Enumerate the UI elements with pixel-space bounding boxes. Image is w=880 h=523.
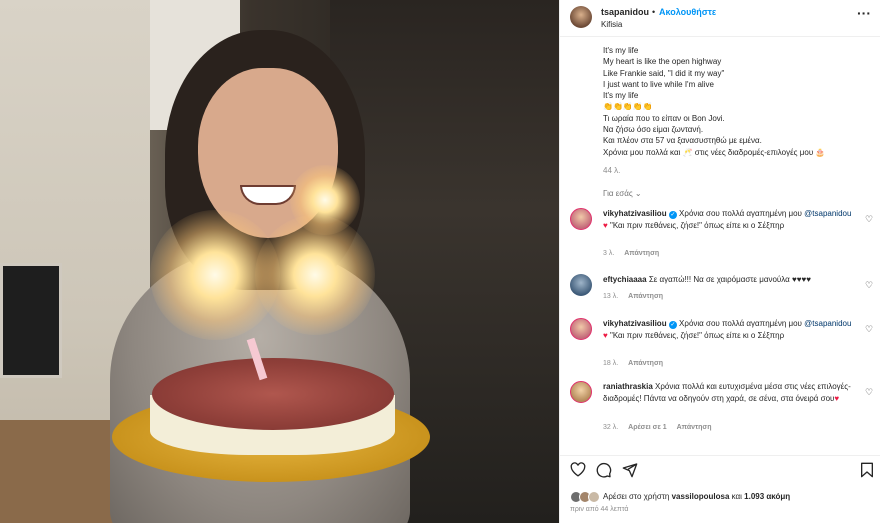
- caption-line: My heart is like the open highway: [603, 57, 722, 67]
- reply-button[interactable]: Απάντηση: [624, 250, 659, 257]
- commenter-avatar[interactable]: [570, 274, 592, 296]
- commenter-username[interactable]: raniathraskia: [603, 382, 653, 391]
- caption-line: Και πλέον στα 57 να ξανασυστηθώ με εμένα…: [603, 136, 762, 146]
- red-heart-icon: ♥: [834, 393, 840, 403]
- bookmark-icon[interactable]: [860, 462, 874, 482]
- share-icon[interactable]: [622, 462, 638, 482]
- caption-timestamp: 44 λ.: [603, 166, 621, 175]
- photo-fireplace: [0, 263, 62, 378]
- comment-timestamp: 32 λ.: [603, 424, 619, 431]
- comment-body: "Και πριν πεθάνεις, ζήσε!" όπως είπε κι …: [607, 220, 785, 230]
- comment-timestamp: 3 λ.: [603, 250, 615, 257]
- comment-likes-count[interactable]: Αρέσει σε 1: [628, 424, 667, 431]
- comment-mention[interactable]: @tsapanidou: [804, 319, 851, 328]
- post-location[interactable]: Kifisia: [601, 20, 622, 29]
- comment-icon[interactable]: [596, 462, 612, 482]
- photo-cake-top: [152, 358, 394, 430]
- comment-timestamp: 13 λ.: [603, 293, 619, 300]
- post-photo[interactable]: [0, 0, 559, 523]
- liked-by-text[interactable]: Αρέσει στο χρήστη vassilopoulosa και 1.0…: [603, 492, 790, 501]
- commenter-username[interactable]: vikyhatzivasiliou: [603, 209, 667, 218]
- comment-body: Σε αγαπώ!!! Να σε χαιρόμαστε μανούλα ♥♥♥…: [646, 275, 811, 284]
- comment-meta: 3 λ. Απάντηση: [603, 250, 667, 257]
- commenter-avatar[interactable]: [570, 318, 592, 340]
- comment-mention[interactable]: @tsapanidou: [804, 209, 851, 218]
- comment-meta: 18 λ. Απάντηση: [603, 360, 671, 367]
- caption-line: Τι ωραία που το είπαν οι Bon Jovi.: [603, 113, 725, 123]
- separator-dot: •: [652, 7, 656, 17]
- caption-line: It's my life: [603, 46, 639, 55]
- post-header: tsapanidou • Ακολουθήστε Kifisia ···: [560, 0, 880, 37]
- liked-by-middle: και: [729, 492, 745, 501]
- liked-by-prefix: Αρέσει στο χρήστη: [603, 492, 672, 501]
- author-avatar[interactable]: [570, 6, 592, 28]
- comment-meta: 13 λ. Απάντηση: [603, 293, 671, 300]
- comment-body: Χρόνια σου πολλά αγαπημένη μου: [676, 319, 805, 328]
- comment-body: Χρόνια σου πολλά αγαπημένη μου: [676, 209, 805, 218]
- comment-text: raniathraskia Χρόνια πολλά και ευτυχισμέ…: [603, 381, 853, 404]
- verified-badge-icon: ✓: [668, 211, 677, 219]
- liked-by-count[interactable]: 1.093 ακόμη: [744, 492, 790, 501]
- reply-button[interactable]: Απάντηση: [677, 424, 712, 431]
- liked-avatar: [588, 491, 600, 503]
- comment-text: vikyhatzivasiliou ✓ Χρόνια σου πολλά αγα…: [603, 318, 853, 341]
- post-caption: It's my life My heart is like the open h…: [603, 45, 871, 158]
- caption-line: Να ζήσω όσο είμαι ζωντανή.: [603, 125, 704, 135]
- comment-like-icon[interactable]: ♡: [865, 324, 873, 335]
- commenter-avatar[interactable]: [570, 208, 592, 230]
- comments-filter-dropdown[interactable]: Για εσάς ⌄: [603, 189, 642, 198]
- verified-badge-icon: ✓: [668, 321, 677, 329]
- liked-by-user[interactable]: vassilopoulosa: [672, 492, 730, 501]
- post-side-panel: tsapanidou • Ακολουθήστε Kifisia ··· It'…: [559, 0, 880, 523]
- comment-timestamp: 18 λ.: [603, 360, 619, 367]
- post-timestamp: πριν από 44 λεπτά: [570, 506, 629, 513]
- reply-button[interactable]: Απάντηση: [628, 293, 663, 300]
- comment-like-icon[interactable]: ♡: [865, 387, 873, 398]
- liked-by-avatars: [570, 491, 602, 503]
- caption-line: 👏👏👏👏👏: [603, 102, 653, 112]
- caption-line: Like Frankie said, "I did it my way": [603, 68, 725, 78]
- post-actions-bar: Αρέσει στο χρήστη vassilopoulosa και 1.0…: [560, 455, 880, 523]
- comment-text: vikyhatzivasiliou ✓ Χρόνια σου πολλά αγα…: [603, 208, 853, 231]
- caption-line: Χρόνια μου πολλά και 🥂 στις νέες διαδρομ…: [603, 147, 826, 157]
- heart-outline-icon[interactable]: [570, 462, 586, 481]
- comment-body: "Και πριν πεθάνεις, ζήσε!" όπως είπε κι …: [607, 330, 785, 340]
- commenter-username[interactable]: eftychiaaaa: [603, 275, 647, 284]
- comment-like-icon[interactable]: ♡: [865, 280, 873, 291]
- comment-text: eftychiaaaa Σε αγαπώ!!! Να σε χαιρόμαστε…: [603, 274, 853, 286]
- commenter-avatar[interactable]: [570, 381, 592, 403]
- sparkler-top: [290, 165, 360, 235]
- comment-meta: 32 λ. Αρέσει σε 1 Απάντηση: [603, 424, 719, 431]
- follow-button[interactable]: Ακολουθήστε: [659, 7, 716, 17]
- caption-line: It's my life: [603, 91, 639, 101]
- caption-line: I just want to live while I'm alive: [603, 79, 714, 89]
- more-options-icon[interactable]: ···: [857, 5, 871, 21]
- author-username[interactable]: tsapanidou: [601, 7, 649, 17]
- comment-like-icon[interactable]: ♡: [865, 214, 873, 225]
- commenter-username[interactable]: vikyhatzivasiliou: [603, 319, 667, 328]
- reply-button[interactable]: Απάντηση: [628, 360, 663, 367]
